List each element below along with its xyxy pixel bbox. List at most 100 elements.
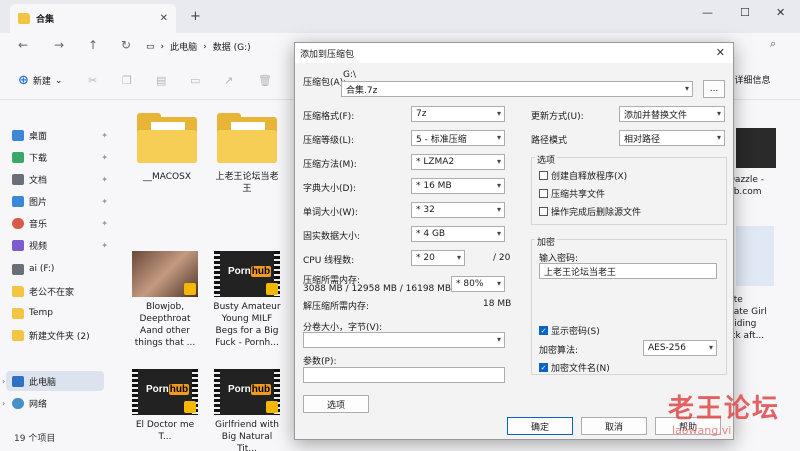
logo-icon: Pornhub [146,384,190,395]
sidebar-item-music[interactable]: 音乐 ✦ [12,213,108,233]
threads-value: * 20 [416,253,435,263]
enc-method-select[interactable]: AES-256 ▾ [643,340,717,356]
sfx-checkbox[interactable]: 创建自释放程序(X) [539,169,627,182]
word-value: * 32 [416,205,435,215]
options-button[interactable]: 选项 [303,395,369,413]
ok-button[interactable]: 确定 [507,417,573,435]
update-label: 更新方式(U): [531,112,584,122]
folder-icon [217,113,277,163]
pathmode-value: 相对路径 [624,134,661,145]
sidebar-item-desktop[interactable]: 桌面 ✦ [12,125,108,145]
sidebar-item-this-pc[interactable]: 此电脑 [6,371,104,391]
file-item[interactable]: __MACOSX [132,113,202,183]
mem-percent-value: * 80% [456,279,484,289]
refresh-icon[interactable]: ↻ [121,38,131,52]
level-label: 压缩等级(L): [303,136,355,146]
logo-icon: Pornhub [228,384,272,395]
sidebar-item-new-folder[interactable]: 新建文件夹 (2) [12,325,108,345]
breadcrumb-item[interactable]: 数据 (G:) [213,40,251,53]
delete-icon[interactable]: 🗑 [258,74,272,87]
file-item[interactable]: Pornhub Busty Amateur Young MILF Begs fo… [212,251,282,349]
dict-label: 字典大小(D): [303,184,356,194]
maximize-button[interactable]: ☐ [740,6,750,19]
mem-percent-select[interactable]: * 80% ▾ [451,276,505,292]
level-select[interactable]: 5 - 标准压缩 ▾ [411,130,505,146]
up-icon[interactable]: ↑ [88,38,98,52]
split-select[interactable]: ▾ [303,332,505,348]
sidebar-item-temp[interactable]: Temp [12,303,108,323]
format-value: 7z [416,109,427,119]
back-icon[interactable]: ← [18,38,28,52]
forward-icon[interactable]: → [54,38,64,52]
chevron-right-icon[interactable]: › [2,399,5,408]
player-badge-icon [266,283,278,295]
params-input[interactable] [303,367,505,383]
sidebar-item-label: 音乐 [29,219,48,230]
word-select[interactable]: * 32 ▾ [411,202,505,218]
delete-checkbox[interactable]: 操作完成后删除源文件 [539,205,641,218]
password-value: 上老王论坛当老王 [544,267,617,278]
chevron-right-icon[interactable]: › [2,377,5,386]
tab-folder[interactable]: 合集 ✕ [10,4,176,33]
file-item[interactable]: Pornhub Girlfriend with Big Natural Tit.… [212,369,282,451]
update-select[interactable]: 添加并替换文件 ▾ [619,106,725,122]
solid-select[interactable]: * 4 GB ▾ [411,226,505,242]
sidebar-item-folder[interactable]: 老公不在家 [12,281,108,301]
file-item[interactable]: 上老王论坛当老王 [212,113,282,195]
dialog-title: 添加到压缩包 [300,49,355,60]
chevron-down-icon: ▾ [496,229,501,238]
sidebar-item-documents[interactable]: 文档 ✦ [12,169,108,189]
show-password-checkbox[interactable]: ✓ 显示密码(S) [539,324,600,337]
file-name: __MACOSX [142,172,191,182]
file-item[interactable]: Pornhub El Doctor me T... [130,369,200,443]
navigation-pane: 桌面 ✦ 下载 ✦ 文档 ✦ 图片 ✦ 音乐 ✦ 视频 ✦ ai (F:) 老公… [0,101,112,431]
encrypt-names-checkbox[interactable]: ✓ 加密文件名(N) [539,361,610,374]
archive-name-combo[interactable]: 合集.7z ▾ [341,81,693,97]
cancel-button[interactable]: 取消 [581,417,647,435]
sidebar-item-label: 视频 [29,241,48,252]
enc-method-value: AES-256 [648,343,686,353]
method-select[interactable]: * LZMA2 ▾ [411,154,505,170]
copy-icon[interactable]: ❐ [122,74,132,87]
sidebar-item-downloads[interactable]: 下载 ✦ [12,147,108,167]
share-icon[interactable]: ↗ [224,74,233,87]
rename-icon[interactable]: ▭ [190,74,200,87]
breadcrumb-item[interactable]: 此电脑 [170,40,197,53]
password-input[interactable]: 上老王论坛当老王 [539,263,717,279]
picture-icon [12,195,24,207]
sidebar-item-pictures[interactable]: 图片 ✦ [12,191,108,211]
new-button[interactable]: ⊕ 新建 ⌄ [18,73,62,88]
new-tab-button[interactable]: + [190,9,201,24]
sidebar-item-network[interactable]: 网络 [12,393,108,413]
sidebar-item-label: 图片 [29,197,48,208]
sidebar-item-label: 老公不在家 [29,287,75,298]
video-thumbnail: Pornhub [214,369,280,415]
monitor-icon: ▭ [146,41,155,52]
breadcrumb[interactable]: ▭ › 此电脑 › 数据 (G:) [146,37,296,56]
archive-dir: G:\ [343,70,357,80]
browse-button[interactable]: ... [703,80,725,98]
close-window-button[interactable]: ✕ [776,6,785,19]
search-icon[interactable]: ⌕ [770,37,776,51]
format-label: 压缩格式(F): [303,112,355,122]
cut-icon[interactable]: ✂ [88,74,97,87]
format-select[interactable]: 7z ▾ [411,106,505,122]
video-thumbnail: Pornhub [132,369,198,415]
dict-select[interactable]: * 16 MB ▾ [411,178,505,194]
network-icon [12,397,24,409]
chevron-down-icon: ▾ [496,205,501,214]
plus-icon: ⊕ [18,73,29,88]
folder-icon [137,113,197,163]
chevron-down-icon: ▾ [496,157,501,166]
shared-checkbox[interactable]: 压缩共享文件 [539,187,605,200]
close-icon[interactable]: ✕ [716,46,725,59]
minimize-button[interactable]: — [702,6,713,19]
threads-select[interactable]: * 20 ▾ [411,250,465,266]
download-icon [12,151,24,163]
close-tab-icon[interactable]: ✕ [160,13,168,24]
file-item[interactable]: Blowjob, Deepthroat Aand other things th… [130,251,200,349]
pathmode-select[interactable]: 相对路径 ▾ [619,130,725,146]
paste-icon[interactable]: ▤ [156,74,166,87]
sidebar-item-drive-f[interactable]: ai (F:) [12,259,108,279]
sidebar-item-videos[interactable]: 视频 ✦ [12,235,108,255]
